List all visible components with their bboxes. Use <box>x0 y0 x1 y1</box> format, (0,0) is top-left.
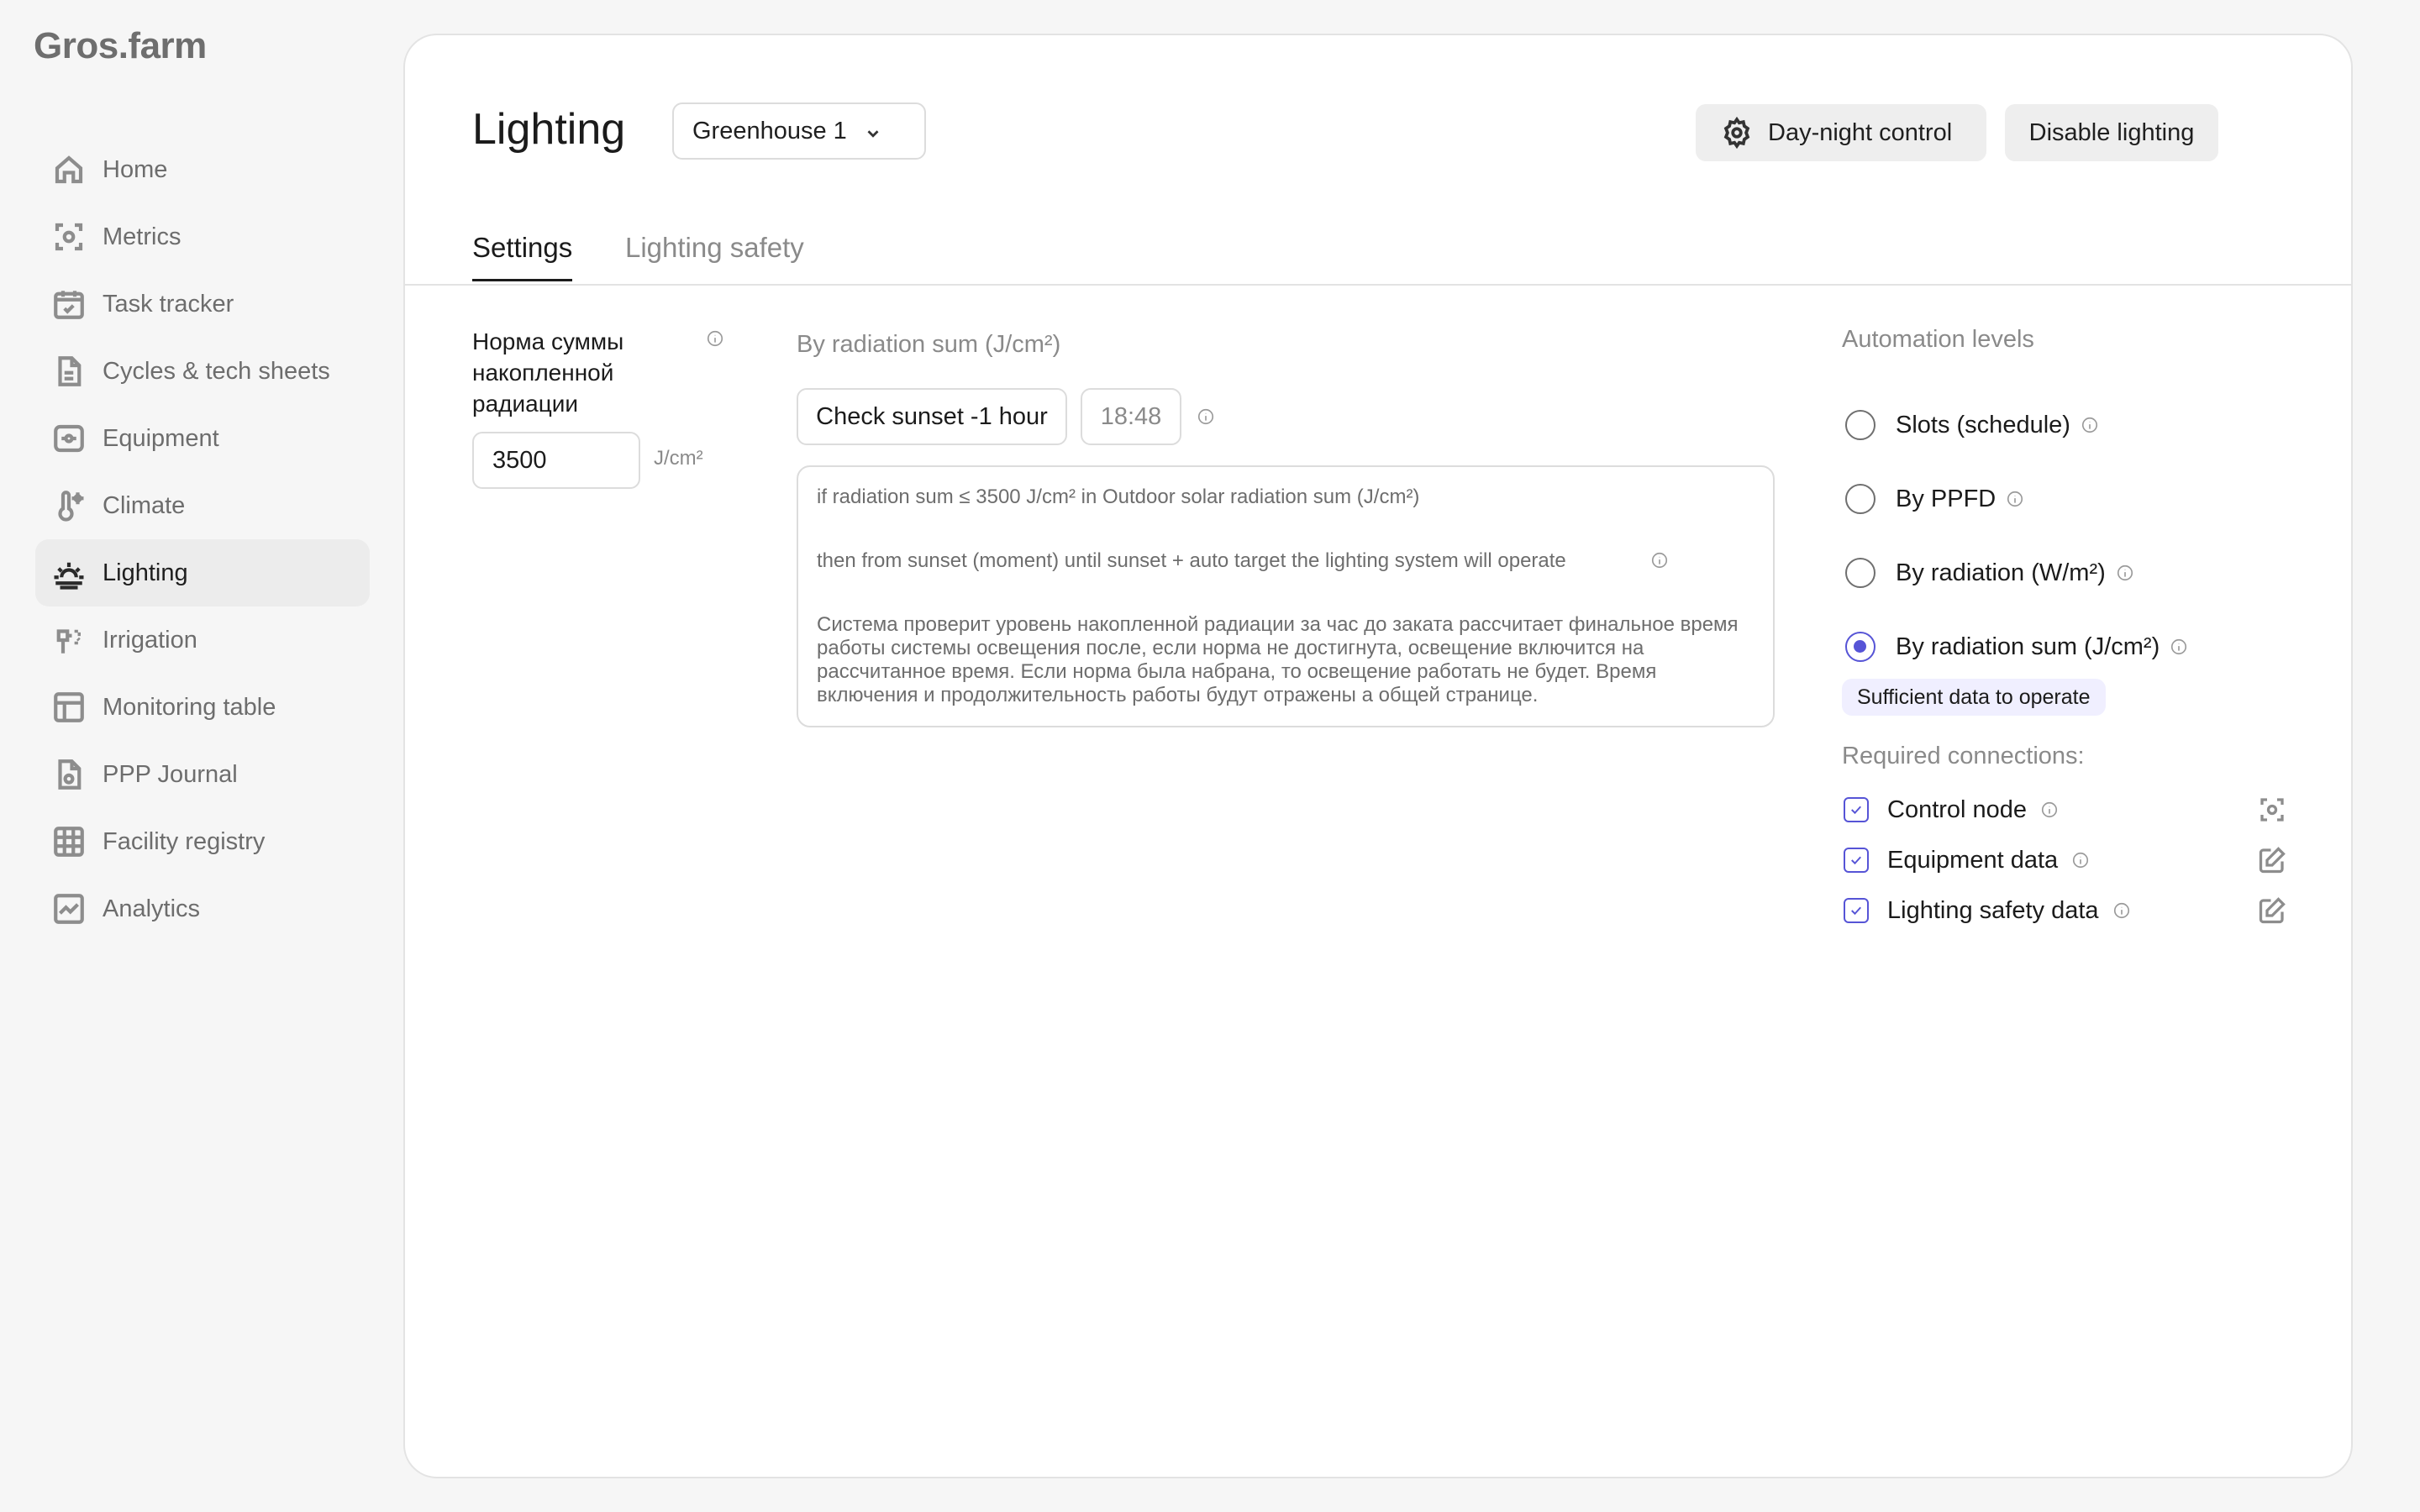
sidebar-item-label: Monitoring table <box>103 693 276 721</box>
sidebar-item-label: Equipment <box>103 424 219 452</box>
tab-bar: Settings Lighting safety <box>405 195 2351 286</box>
automation-option-radiation-sum[interactable]: By radiation sum (J/cm²) <box>1845 628 2188 665</box>
document-icon <box>50 353 87 390</box>
radio-button[interactable] <box>1845 558 1876 588</box>
app-logo[interactable]: Gros.farm <box>34 25 207 67</box>
main-panel: Lighting Greenhouse 1 Day-night control … <box>403 34 2353 1478</box>
greenhouse-select[interactable]: Greenhouse 1 <box>672 102 926 160</box>
connection-control-node: Control node <box>1844 791 2287 828</box>
info-icon[interactable] <box>2112 901 2131 920</box>
sidebar-item-ppp-journal[interactable]: PPP Journal <box>35 741 370 808</box>
rule-explanation: Система проверит уровень накопленной рад… <box>817 613 1739 706</box>
checkbox-checked[interactable] <box>1844 797 1869 822</box>
sunset-time-field[interactable]: 18:48 <box>1081 388 1181 445</box>
automation-option-label: By radiation (W/m²) <box>1896 559 2106 586</box>
info-icon[interactable] <box>1197 407 1215 426</box>
sidebar-item-metrics[interactable]: Metrics <box>35 203 370 270</box>
checkbox-checked[interactable] <box>1844 848 1869 873</box>
thermometer-icon <box>50 487 87 524</box>
rule-description-box: if radiation sum ≤ 3500 J/cm² in Outdoor… <box>797 465 1775 727</box>
chart-icon <box>50 890 87 927</box>
sidebar-item-climate[interactable]: Climate <box>35 472 370 539</box>
sidebar-item-label: Cycles & tech sheets <box>103 357 330 385</box>
journal-icon <box>50 756 87 793</box>
check-sunset-button[interactable]: Check sunset -1 hour <box>797 388 1067 445</box>
equipment-icon <box>50 420 87 457</box>
sidebar-item-analytics[interactable]: Analytics <box>35 875 370 942</box>
rule-action: then from sunset (moment) until sunset +… <box>817 549 1566 572</box>
edit-icon[interactable] <box>2257 895 2287 926</box>
sidebar-item-label: Irrigation <box>103 626 197 654</box>
automation-option-label: By PPFD <box>1896 485 1996 512</box>
sidebar-item-label: Metrics <box>103 223 182 250</box>
checkbox-checked[interactable] <box>1844 898 1869 923</box>
sidebar-item-label: Analytics <box>103 895 201 922</box>
info-icon[interactable] <box>2081 416 2099 434</box>
sidebar-item-irrigation[interactable]: Irrigation <box>35 606 370 674</box>
day-night-control-label: Day-night control <box>1768 118 1953 146</box>
sidebar-item-cycles[interactable]: Cycles & tech sheets <box>35 338 370 405</box>
norm-unit: J/cm² <box>654 447 703 470</box>
radiation-title: By radiation sum (J/cm²) <box>797 331 1061 358</box>
sidebar-item-label: Lighting <box>103 559 188 586</box>
sidebar-item-equipment[interactable]: Equipment <box>35 405 370 472</box>
connection-equipment-data: Equipment data <box>1844 842 2287 879</box>
page-title: Lighting <box>472 105 626 154</box>
grid-icon <box>50 823 87 860</box>
connection-lighting-safety-data: Lighting safety data <box>1844 892 2287 929</box>
automation-option-label: Slots (schedule) <box>1896 411 2070 438</box>
radio-button-selected[interactable] <box>1845 632 1876 662</box>
sidebar-item-facility-registry[interactable]: Facility registry <box>35 808 370 875</box>
disable-lighting-button[interactable]: Disable lighting <box>2005 104 2218 161</box>
table-icon <box>50 689 87 726</box>
calendar-check-icon <box>50 286 87 323</box>
info-icon[interactable] <box>1650 551 1669 570</box>
sidebar-item-task-tracker[interactable]: Task tracker <box>35 270 370 338</box>
node-icon[interactable] <box>2257 795 2287 825</box>
info-icon[interactable] <box>2071 851 2090 869</box>
info-icon[interactable] <box>2116 564 2134 582</box>
greenhouse-select-value: Greenhouse 1 <box>692 117 847 144</box>
sidebar-item-label: Home <box>103 155 168 183</box>
sidebar-item-home[interactable]: Home <box>35 136 370 203</box>
sidebar-item-label: PPP Journal <box>103 760 238 788</box>
sunrise-icon <box>50 554 87 591</box>
automation-option-radiation[interactable]: By radiation (W/m²) <box>1845 554 2134 591</box>
automation-levels-title: Automation levels <box>1842 326 2034 353</box>
sidebar: Gros.farm Home Metrics Task tracker Cycl… <box>0 0 387 1512</box>
connection-label: Control node <box>1887 795 2028 823</box>
connection-label: Lighting safety data <box>1887 896 2099 924</box>
rule-condition: if radiation sum ≤ 3500 J/cm² in Outdoor… <box>817 486 1420 508</box>
metrics-icon <box>50 218 87 255</box>
status-badge: Sufficient data to operate <box>1842 679 2106 716</box>
norm-label: Норма суммы накопленной радиации <box>472 328 624 417</box>
automation-option-label: By radiation sum (J/cm²) <box>1896 633 2160 660</box>
sidebar-item-label: Task tracker <box>103 290 234 318</box>
gear-icon <box>1721 116 1753 150</box>
tab-settings[interactable]: Settings <box>472 232 573 281</box>
radio-button[interactable] <box>1845 410 1876 440</box>
sidebar-item-label: Climate <box>103 491 186 519</box>
chevron-down-icon <box>864 122 882 140</box>
sidebar-item-monitoring-table[interactable]: Monitoring table <box>35 674 370 741</box>
home-icon <box>50 151 87 188</box>
sprinkler-icon <box>50 622 87 659</box>
info-icon[interactable] <box>2040 801 2059 819</box>
radio-button[interactable] <box>1845 484 1876 514</box>
info-icon[interactable] <box>706 329 724 348</box>
norm-value-input[interactable]: 3500 <box>472 432 640 489</box>
sidebar-item-lighting[interactable]: Lighting <box>35 539 370 606</box>
automation-option-ppfd[interactable]: By PPFD <box>1845 480 2024 517</box>
info-icon[interactable] <box>2006 490 2024 508</box>
info-icon[interactable] <box>2170 638 2188 656</box>
sidebar-item-label: Facility registry <box>103 827 266 855</box>
required-connections-title: Required connections: <box>1842 743 2085 769</box>
day-night-control-button[interactable]: Day-night control <box>1696 104 1986 161</box>
tab-lighting-safety[interactable]: Lighting safety <box>625 232 804 264</box>
edit-icon[interactable] <box>2257 845 2287 875</box>
sidebar-nav: Home Metrics Task tracker Cycles & tech … <box>35 136 370 942</box>
automation-option-slots[interactable]: Slots (schedule) <box>1845 407 2099 444</box>
connection-label: Equipment data <box>1887 846 2059 874</box>
